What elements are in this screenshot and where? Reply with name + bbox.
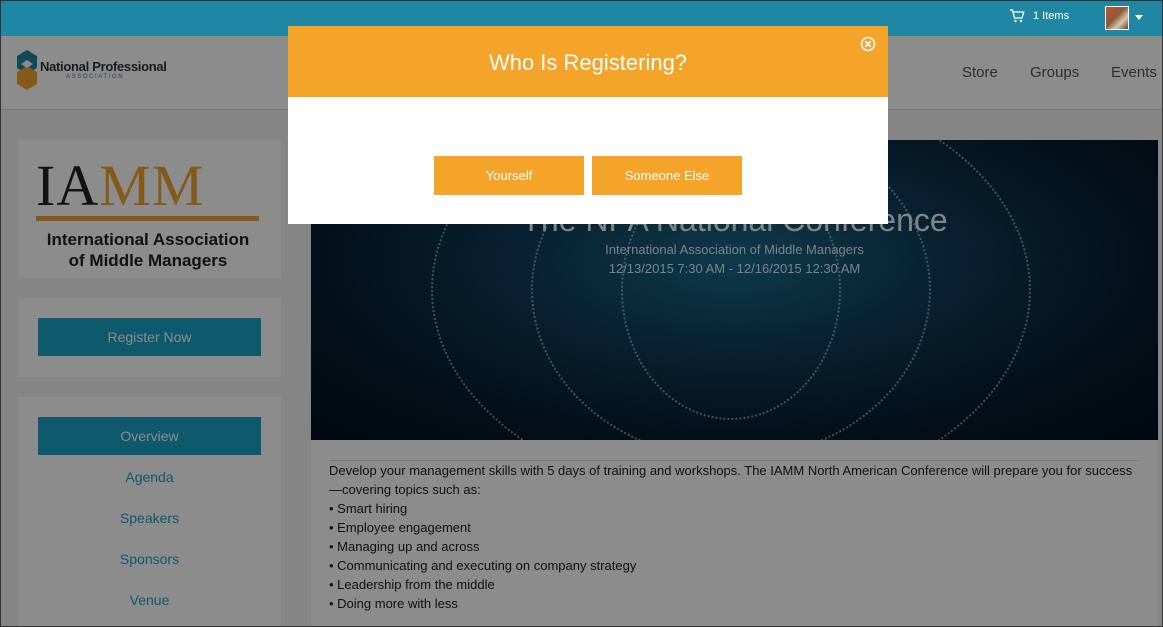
caret-down-icon[interactable] [1135,15,1143,20]
close-icon[interactable] [860,36,876,52]
register-yourself-button[interactable]: Yourself [434,156,584,195]
cart-count: 1 Items [1033,10,1070,22]
user-avatar[interactable] [1105,6,1129,30]
register-someone-else-button[interactable]: Someone Else [592,156,742,195]
registration-modal: Who Is Registering? Yourself Someone Els… [288,26,888,224]
cart-link[interactable]: 1 Items [1009,9,1069,23]
modal-title: Who Is Registering? [488,50,688,75]
cart-icon [1010,9,1025,23]
modal-header: Who Is Registering? [288,26,888,97]
